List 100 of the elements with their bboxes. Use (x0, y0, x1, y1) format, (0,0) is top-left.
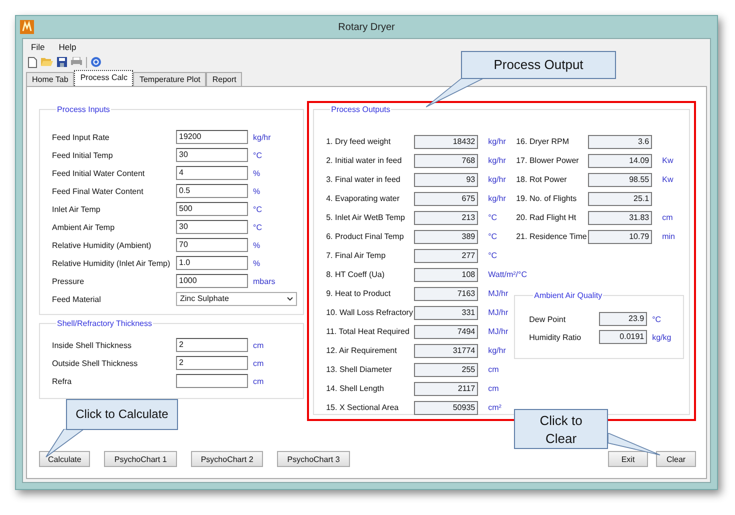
output-field: 93 (414, 172, 478, 186)
field-label: Feed Initial Temp (52, 150, 114, 160)
unit-label: MJ/hr (488, 327, 508, 336)
input-field[interactable] (176, 374, 248, 388)
unit-label: cm (253, 340, 264, 350)
unit-label: kg/hr (488, 137, 506, 146)
group-title: Shell/Refractory Thickness (56, 319, 153, 328)
unit-label: MJ/hr (488, 289, 508, 298)
output-label: 6. Product Final Temp (326, 232, 405, 241)
field-label: Relative Humidity (Ambient) (52, 240, 152, 250)
input-field[interactable]: 30 (176, 148, 248, 162)
tab[interactable]: Home Tab (26, 72, 74, 86)
field-label: Outside Shell Thickness (52, 358, 139, 368)
output-field: 3.6 (588, 134, 652, 148)
output-label: 16. Dryer RPM (516, 137, 570, 146)
unit-label: MJ/hr (488, 308, 508, 317)
output-label: 11. Total Heat Required (326, 327, 410, 336)
input-field[interactable]: 70 (176, 238, 248, 252)
output-label: Dew Point (529, 314, 567, 324)
output-field: 331 (414, 306, 478, 320)
output-label: 8. HT Coeff (Ua) (326, 270, 386, 279)
output-field: 0.0191 (599, 330, 648, 344)
input-field[interactable]: 500 (176, 202, 248, 216)
field-label: Feed Material (52, 294, 102, 304)
output-label: 13. Shell Diameter (326, 365, 393, 374)
output-field: 18432 (414, 134, 478, 148)
field-label: Inlet Air Temp (52, 204, 102, 214)
input-field[interactable]: 4 (176, 166, 248, 180)
unit-label: mbars (253, 276, 276, 286)
output-label: 5. Inlet Air WetB Temp (326, 213, 406, 222)
output-label: 3. Final water in feed (326, 175, 402, 184)
output-field: 108 (414, 268, 478, 282)
field-label: Ambient Air Temp (52, 222, 116, 232)
input-field[interactable]: 1000 (176, 274, 248, 288)
unit-label: °C (253, 222, 262, 232)
output-label: 10. Wall Loss Refractory (326, 308, 414, 317)
unit-label: kg/kg (652, 332, 672, 342)
output-field: 2117 (414, 382, 478, 396)
new-file-icon[interactable] (28, 56, 37, 68)
input-field[interactable]: 30 (176, 220, 248, 234)
field-label: Refra (52, 376, 73, 386)
input-field[interactable]: 2 (176, 338, 248, 352)
output-label: 14. Shell Length (326, 384, 385, 393)
output-label: 2. Initial water in feed (326, 156, 403, 165)
output-field: 23.9 (599, 312, 648, 326)
unit-label: kg/hr (488, 156, 506, 165)
field-label: Pressure (52, 276, 86, 286)
save-icon[interactable] (57, 57, 67, 67)
field-label: Feed Input Rate (52, 132, 110, 142)
unit-label: cm (662, 213, 673, 222)
field-label: Feed Final Water Content (52, 186, 144, 196)
output-field: 98.55 (588, 172, 652, 186)
unit-label: kg/hr (488, 346, 506, 355)
field-label: Inside Shell Thickness (52, 340, 132, 350)
unit-label: °C (253, 204, 262, 214)
output-field: 768 (414, 154, 478, 168)
output-field: 255 (414, 362, 478, 376)
unit-label: °C (488, 213, 498, 222)
unit-label: °C (652, 314, 662, 324)
printer-icon[interactable] (71, 57, 82, 67)
output-label: 4. Evaporating water (326, 194, 400, 203)
output-label: 1. Dry feed weight (326, 137, 392, 146)
action-button[interactable]: Clear (656, 451, 696, 467)
output-label: 18. Rot Power (516, 175, 568, 184)
tab[interactable]: Report (206, 72, 242, 86)
output-label: 21. Residence Time (516, 232, 588, 241)
menu-item[interactable]: Help (58, 42, 76, 52)
output-field: 7163 (414, 286, 478, 300)
unit-label: Watt/m²/°C (488, 270, 528, 279)
unit-label: cm (253, 358, 264, 368)
caret-icon (287, 297, 293, 301)
output-label: 7. Final Air Temp (326, 251, 387, 260)
action-button[interactable]: Calculate (39, 451, 90, 467)
action-button[interactable]: PsychoChart 2 (190, 451, 264, 467)
unit-label: °C (253, 150, 262, 160)
tab[interactable]: Process Calc (74, 70, 134, 86)
input-field[interactable]: 1.0 (176, 256, 248, 270)
output-field: 277 (414, 248, 478, 262)
unit-label: cm (488, 384, 499, 393)
group-title: Ambient Air Quality (533, 291, 604, 300)
menu-item[interactable]: File (31, 42, 45, 52)
unit-label: % (253, 258, 260, 268)
action-button[interactable]: PsychoChart 1 (104, 451, 177, 467)
unit-label: kg/hr (488, 175, 506, 184)
app-icon (20, 20, 34, 34)
material-dropdown[interactable]: Zinc Sulphate (176, 292, 297, 306)
output-field: 14.09 (588, 154, 652, 168)
input-field[interactable]: 2 (176, 356, 248, 370)
unit-label: Kw (662, 175, 674, 184)
output-label: 19. No. of Flights (516, 194, 578, 203)
tab[interactable]: Temperature Plot (133, 72, 206, 86)
action-button[interactable]: PsychoChart 3 (277, 451, 350, 467)
help-icon[interactable] (91, 57, 101, 67)
input-field[interactable]: 19200 (176, 130, 248, 144)
output-label: 20. Rad Flight Ht (516, 213, 578, 222)
input-field[interactable]: 0.5 (176, 184, 248, 198)
output-field: 10.79 (588, 230, 652, 244)
unit-label: kg/hr (488, 194, 506, 203)
action-button[interactable]: Exit (608, 451, 648, 467)
output-field: 31774 (414, 344, 478, 358)
